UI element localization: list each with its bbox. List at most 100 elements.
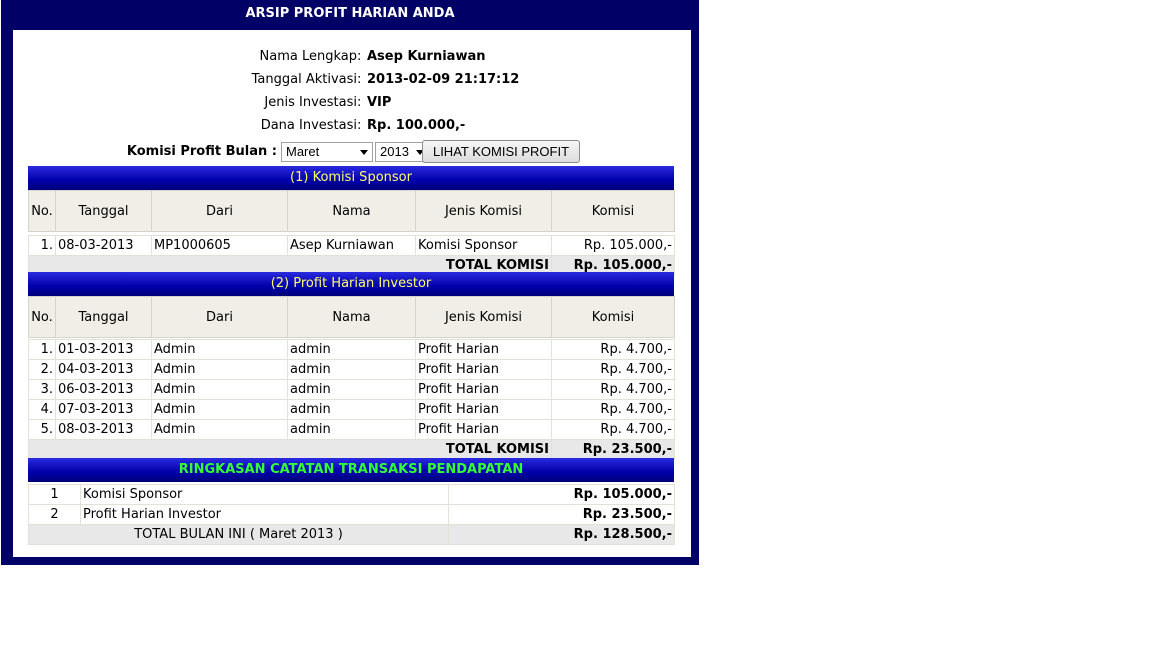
summary-no: 2 [28,504,81,525]
cell-type: Profit Harian [415,339,552,360]
info-label: Jenis Investasi [264,95,357,110]
table-row: 1. 08-03-2013 MP1000605 Asep Kurniawan K… [28,235,675,256]
cell-amount: Rp. 4.700,- [551,379,675,400]
cell-no: 3. [28,379,56,400]
year-select[interactable]: 2013 [375,142,429,162]
cell-amount: Rp. 4.700,- [551,339,675,360]
cell-no: 4. [28,399,56,420]
sponsor-section-header: (1) Komisi Sponsor [28,166,674,190]
table-row: 2 Profit Harian Investor Rp. 23.500,- [28,504,675,525]
cell-no: 1. [28,339,56,360]
cell-no: 2. [28,359,56,380]
table-row: 3. 06-03-2013 Admin admin Profit Harian … [28,379,675,400]
cell-from: MP1000605 [151,235,288,256]
column-header: Komisi [551,190,675,232]
info-label: Dana Investasi [260,118,357,133]
column-header: Tanggal [55,190,152,232]
cell-type: Profit Harian [415,419,552,440]
info-row-activation: Tanggal Aktivasi : 2013-02-09 21:17:12 [13,68,691,91]
investor-table: No. Tanggal Dari Nama Jenis Komisi Komis… [28,296,675,460]
investor-section-header: (2) Profit Harian Investor [28,272,674,296]
info-value: VIP [367,95,392,110]
cell-date: 04-03-2013 [55,359,152,380]
summary-total-label: TOTAL BULAN INI ( Maret 2013 ) [28,524,449,545]
column-header: Nama [287,190,416,232]
cell-from: Admin [151,339,288,360]
summary-no: 1 [28,484,81,505]
total-row: TOTAL KOMISI Rp. 23.500,- [28,439,675,460]
column-header: Dari [151,190,288,232]
cell-amount: Rp. 4.700,- [551,419,675,440]
info-colon: : [357,72,362,87]
table-row: 1 Komisi Sponsor Rp. 105.000,- [28,484,675,505]
cell-type: Profit Harian [415,399,552,420]
cell-type: Profit Harian [415,379,552,400]
page-title: ARSIP PROFIT HARIAN ANDA [245,6,455,21]
column-header: Dari [151,296,288,338]
month-select-value: Maret [286,144,320,159]
info-colon: : [357,49,362,64]
info-row-name: Nama Lengkap : Asep Kurniawan [13,45,691,68]
info-value: Rp. 100.000,- [367,118,466,133]
cell-from: Admin [151,379,288,400]
info-value: Asep Kurniawan [367,49,486,64]
cell-name: Asep Kurniawan [287,235,416,256]
table-header-row: No. Tanggal Dari Nama Jenis Komisi Komis… [28,296,675,338]
cell-from: Admin [151,419,288,440]
cell-no: 1. [28,235,56,256]
cell-name: admin [287,379,416,400]
table-row: 5. 08-03-2013 Admin admin Profit Harian … [28,419,675,440]
total-value: Rp. 23.500,- [551,439,675,460]
column-header: No. [28,190,56,232]
cell-type: Profit Harian [415,359,552,380]
table-header-row: No. Tanggal Dari Nama Jenis Komisi Komis… [28,190,675,232]
cell-name: admin [287,359,416,380]
cell-date: 01-03-2013 [55,339,152,360]
cell-date: 08-03-2013 [55,235,152,256]
info-value: 2013-02-09 21:17:12 [367,72,520,87]
info-label: Tanggal Aktivasi [251,72,357,87]
column-header: Nama [287,296,416,338]
summary-value: Rp. 23.500,- [448,504,675,525]
cell-name: admin [287,339,416,360]
cell-name: admin [287,399,416,420]
cell-from: Admin [151,359,288,380]
cell-date: 08-03-2013 [55,419,152,440]
view-profit-button[interactable]: LIHAT KOMISI PROFIT [422,140,580,163]
cell-amount: Rp. 105.000,- [551,235,675,256]
summary-label: Profit Harian Investor [80,504,449,525]
month-filter: Komisi Profit Bulan : Maret 2013 [13,140,691,164]
info-row-type: Jenis Investasi : VIP [13,91,691,114]
column-header: Komisi [551,296,675,338]
cell-amount: Rp. 4.700,- [551,399,675,420]
summary-total-row: TOTAL BULAN INI ( Maret 2013 ) Rp. 128.5… [28,524,675,545]
column-header: Jenis Komisi [415,190,552,232]
summary-total-value: Rp. 128.500,- [448,524,675,545]
info-colon: : [357,118,362,133]
cell-type: Komisi Sponsor [415,235,552,256]
filter-label: Komisi Profit Bulan : [126,144,277,159]
info-label: Nama Lengkap [259,49,357,64]
column-header: Jenis Komisi [415,296,552,338]
chevron-down-icon [360,150,368,155]
cell-date: 06-03-2013 [55,379,152,400]
info-colon: : [357,95,362,110]
month-select[interactable]: Maret [281,142,373,162]
table-row: 2. 04-03-2013 Admin admin Profit Harian … [28,359,675,380]
table-row: 4. 07-03-2013 Admin admin Profit Harian … [28,399,675,420]
info-row-fund: Dana Investasi : Rp. 100.000,- [13,114,691,137]
summary-label: Komisi Sponsor [80,484,449,505]
sponsor-table: No. Tanggal Dari Nama Jenis Komisi Komis… [28,190,675,276]
cell-amount: Rp. 4.700,- [551,359,675,380]
total-label: TOTAL KOMISI [28,439,552,460]
cell-from: Admin [151,399,288,420]
cell-date: 07-03-2013 [55,399,152,420]
summary-table: 1 Komisi Sponsor Rp. 105.000,- 2 Profit … [28,484,675,545]
year-select-value: 2013 [380,144,409,159]
column-header: Tanggal [55,296,152,338]
table-row: 1. 01-03-2013 Admin admin Profit Harian … [28,339,675,360]
summary-value: Rp. 105.000,- [448,484,675,505]
cell-no: 5. [28,419,56,440]
summary-section-header: RINGKASAN CATATAN TRANSAKSI PENDAPATAN [28,458,674,482]
cell-name: admin [287,419,416,440]
